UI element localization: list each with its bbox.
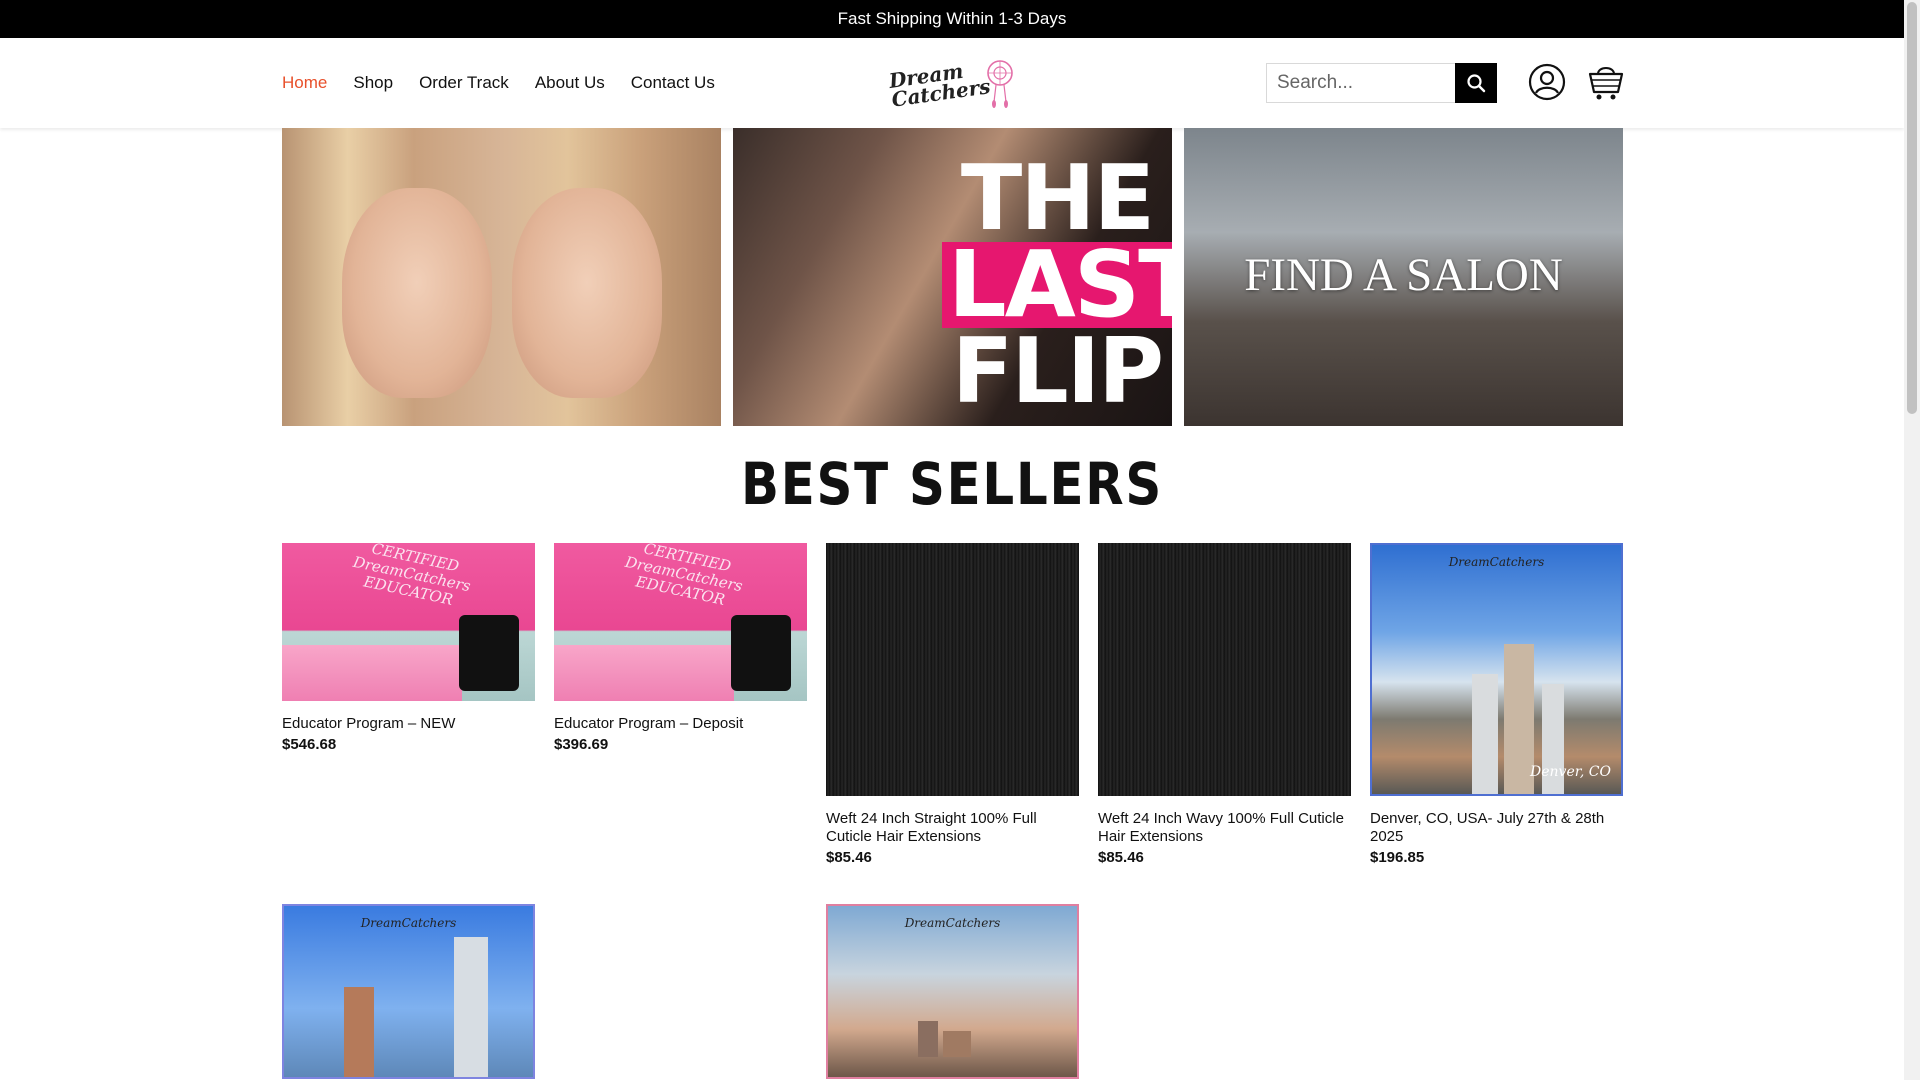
product-card[interactable]: DreamCatchers <box>826 904 1079 1079</box>
find-a-salon-text: FIND A SALON <box>1244 249 1563 301</box>
search-input[interactable] <box>1266 63 1455 103</box>
search-icon <box>1467 74 1486 93</box>
product-title[interactable]: Educator Program – NEW <box>282 715 535 733</box>
site-header: Home Shop Order Track About Us Contact U… <box>0 38 1904 128</box>
hero-banner: THE LAST FLIP FIND A SALON <box>282 128 1623 426</box>
product-price: $396.69 <box>554 736 609 753</box>
product-image[interactable]: CERTIFIED DreamCatchers EDUCATOR <box>282 543 535 701</box>
product-image[interactable] <box>826 543 1079 796</box>
product-card[interactable]: Weft 24 Inch Straight 100% Full Cuticle … <box>826 543 1079 866</box>
product-card[interactable]: DreamCatchers <box>282 904 535 1079</box>
product-price: $85.46 <box>826 849 872 866</box>
nav-item-contact-us[interactable]: Contact Us <box>631 73 715 93</box>
product-card[interactable]: Weft 24 Inch Wavy 100% Full Cuticle Hair… <box>1098 543 1351 866</box>
site-logo[interactable]: Dream Catchers <box>887 56 1015 112</box>
product-image[interactable]: DreamCatchers <box>826 904 1079 1079</box>
best-sellers-heading: BEST SELLERS <box>740 450 1164 518</box>
scrollbar-thumb[interactable] <box>1907 2 1917 414</box>
product-title[interactable]: Weft 24 Inch Wavy 100% Full Cuticle Hair… <box>1098 810 1351 846</box>
product-price: $85.46 <box>1098 849 1144 866</box>
page-scrollbar[interactable] <box>1904 0 1920 1080</box>
search-button[interactable] <box>1455 63 1497 103</box>
product-title[interactable]: Denver, CO, USA- July 27th & 28th 2025 <box>1370 810 1623 846</box>
user-circle-icon[interactable] <box>1528 63 1566 101</box>
banner-panel-find-a-salon[interactable]: FIND A SALON <box>1184 128 1623 426</box>
product-card[interactable]: DreamCatchers Denver, CO Denver, CO, USA… <box>1370 543 1623 866</box>
model-image <box>342 188 492 398</box>
announcement-text: Fast Shipping Within 1-3 Days <box>837 9 1067 28</box>
dreamcatcher-icon <box>987 60 1013 108</box>
nav-item-shop[interactable]: Shop <box>353 73 393 93</box>
model-image <box>512 188 662 398</box>
banner-panel-hair-models[interactable] <box>282 128 721 426</box>
product-price: $546.68 <box>282 736 337 753</box>
product-price: $196.85 <box>1370 849 1425 866</box>
product-title[interactable]: Weft 24 Inch Straight 100% Full Cuticle … <box>826 810 1079 846</box>
search-form <box>1266 63 1497 103</box>
product-image[interactable]: CERTIFIED DreamCatchers EDUCATOR <box>554 543 807 701</box>
banner-panel-the-last-flip[interactable]: THE LAST FLIP <box>733 128 1172 426</box>
main-nav: Home Shop Order Track About Us Contact U… <box>282 38 715 128</box>
product-card[interactable]: CERTIFIED DreamCatchers EDUCATOR Educato… <box>554 543 807 753</box>
product-card[interactable]: CERTIFIED DreamCatchers EDUCATOR Educato… <box>282 543 535 753</box>
product-image[interactable]: DreamCatchers Denver, CO <box>1370 543 1623 796</box>
nav-item-about-us[interactable]: About Us <box>535 73 605 93</box>
shopping-cart-icon[interactable] <box>1588 62 1624 102</box>
last-flip-heading: THE LAST FLIP <box>942 154 1172 417</box>
product-title[interactable]: Educator Program – Deposit <box>554 715 807 733</box>
logo-wordmark: Dream Catchers <box>887 58 992 112</box>
product-image[interactable] <box>1098 543 1351 796</box>
announcement-bar: Fast Shipping Within 1-3 Days <box>0 0 1904 38</box>
nav-item-order-track[interactable]: Order Track <box>419 73 509 93</box>
nav-item-home[interactable]: Home <box>282 73 327 93</box>
product-image[interactable]: DreamCatchers <box>282 904 535 1079</box>
